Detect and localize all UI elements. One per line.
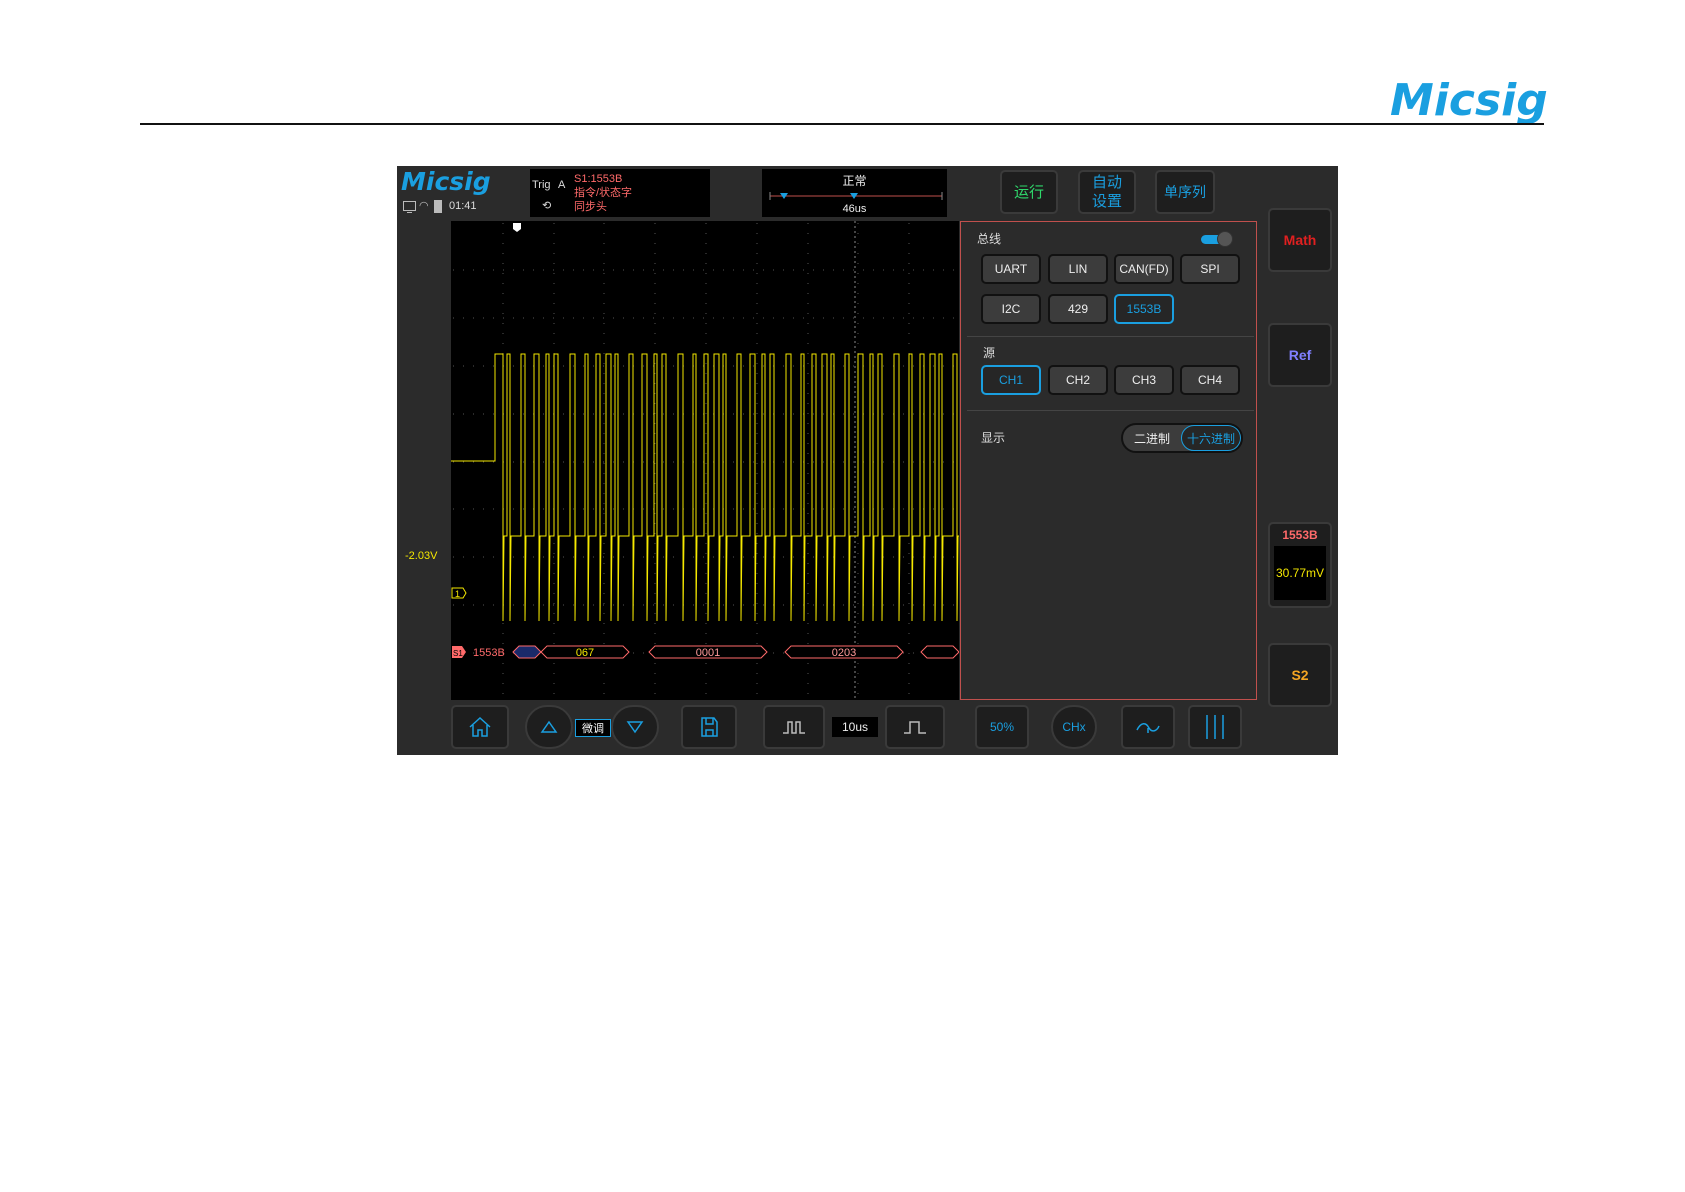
divider (967, 336, 1254, 337)
narrow-pulse-icon (904, 721, 926, 734)
oscilloscope-screen: Micsig ◠ 01:41 Trig A ⟲ S1:1553B 指令/状态字 … (397, 166, 1338, 755)
auto-setup-line-1: 自动 (1091, 174, 1122, 191)
decode-segment (920, 645, 959, 659)
timebase-decrease-button[interactable] (763, 705, 825, 749)
source-ch3-button[interactable]: CH3 (1114, 365, 1174, 395)
wifi-icon: ◠ (419, 200, 429, 212)
cursors-button[interactable] (1188, 705, 1242, 749)
trigger-line-1: S1:1553B (574, 173, 623, 185)
svg-text:1: 1 (455, 589, 460, 599)
decode-word: 0203 (832, 647, 856, 659)
home-icon (469, 716, 491, 737)
math-button[interactable]: Math (1268, 208, 1332, 272)
triangle-down-icon (626, 721, 644, 734)
divider (967, 410, 1254, 411)
scroll-up-button[interactable] (525, 705, 573, 749)
decode-word: 067 (576, 647, 594, 659)
triangle-up-icon (540, 720, 558, 733)
trigger-point-marker (513, 223, 521, 232)
bus-label: 1553B (473, 647, 505, 659)
bus-enable-toggle[interactable] (1201, 231, 1233, 247)
bus-channel-value: 30.77mV (1274, 546, 1326, 600)
save-button[interactable] (681, 705, 737, 749)
fine-adjust-label[interactable]: 微调 (575, 719, 611, 737)
svg-text:S1: S1 (453, 649, 463, 658)
timebase-increase-button[interactable] (885, 705, 945, 749)
scroll-down-button[interactable] (611, 705, 659, 749)
status-bar: ◠ 01:41 (403, 198, 477, 214)
probe-button[interactable] (1121, 705, 1175, 749)
decode-segment (512, 645, 542, 659)
bus-spi-button[interactable]: SPI (1180, 254, 1240, 284)
s2-button[interactable]: S2 (1268, 643, 1332, 707)
single-sequence-button[interactable]: 单序列 (1155, 170, 1215, 214)
clock: 01:41 (449, 200, 477, 212)
run-button[interactable]: 运行 (1000, 170, 1058, 214)
display-title: 显示 (981, 431, 1006, 445)
source-title: 源 (983, 346, 996, 360)
brand-logo: Micsig (1390, 75, 1548, 126)
battery-icon (434, 199, 442, 213)
timebase-bar[interactable]: 正常 46us (762, 169, 947, 217)
bus-channel-button[interactable]: 1553B 30.77mV (1268, 522, 1332, 608)
home-button[interactable] (451, 705, 509, 749)
trigger-source: A (558, 179, 566, 191)
toggle-knob (1217, 231, 1233, 247)
source-ch4-button[interactable]: CH4 (1180, 365, 1240, 395)
channel-1-marker: 1 (451, 587, 467, 599)
source-ch1-button[interactable]: CH1 (981, 365, 1041, 395)
scope-logo: Micsig (401, 167, 491, 196)
bus-1553b-button[interactable]: 1553B (1114, 294, 1174, 324)
bus-decode-row: 067 0001 0203 (512, 645, 959, 659)
waveform-svg: 067 0001 0203 1 S1 1553B (451, 221, 959, 700)
ch1-trace (451, 353, 959, 622)
bus-can-button[interactable]: CAN(FD) (1114, 254, 1174, 284)
trigger-info[interactable]: Trig A ⟲ S1:1553B 指令/状态字 同步头 (530, 169, 710, 217)
bus-title: 总线 (977, 232, 1002, 246)
cursor-lines-icon (1206, 715, 1224, 739)
bus-uart-button[interactable]: UART (981, 254, 1041, 284)
header-divider (140, 123, 1544, 125)
wide-pulse-icon (783, 721, 805, 734)
display-binary-option[interactable]: 二进制 (1123, 425, 1181, 451)
channel-offset-label: -2.03V (405, 550, 438, 562)
trigger-label: Trig (532, 179, 551, 191)
bus-429-button[interactable]: 429 (1048, 294, 1108, 324)
auto-setup-button[interactable]: 自动 设置 (1078, 170, 1136, 214)
bus-channel-title: 1553B (1282, 528, 1318, 542)
display-hex-option[interactable]: 十六进制 (1181, 425, 1241, 451)
waveform-display[interactable]: 067 0001 0203 1 S1 1553B (451, 221, 959, 700)
bus-s1-marker: S1 (452, 646, 466, 658)
auto-setup-line-2: 设置 (1091, 193, 1122, 210)
display-format-segmented[interactable]: 二进制 十六进制 (1121, 423, 1243, 453)
time-position: 46us (842, 203, 867, 215)
source-ch2-button[interactable]: CH2 (1048, 365, 1108, 395)
timebase-value: 10us (832, 717, 878, 737)
save-icon (701, 717, 718, 737)
decode-word: 0001 (696, 647, 720, 659)
trigger-line-3: 同步头 (574, 201, 607, 213)
trigger-line-2: 指令/状态字 (574, 187, 633, 199)
bus-config-panel: 总线 UART LIN CAN(FD) SPI I2C 429 1553B 源 … (960, 221, 1257, 700)
trigger-50-button[interactable]: 50% (975, 705, 1029, 749)
trigger-edge-icon: ⟲ (542, 200, 552, 212)
probe-icon (1136, 723, 1160, 733)
ref-button[interactable]: Ref (1268, 323, 1332, 387)
bus-i2c-button[interactable]: I2C (981, 294, 1041, 324)
channel-select-button[interactable]: CHx (1051, 705, 1097, 749)
bus-lin-button[interactable]: LIN (1048, 254, 1108, 284)
monitor-icon (403, 201, 416, 213)
